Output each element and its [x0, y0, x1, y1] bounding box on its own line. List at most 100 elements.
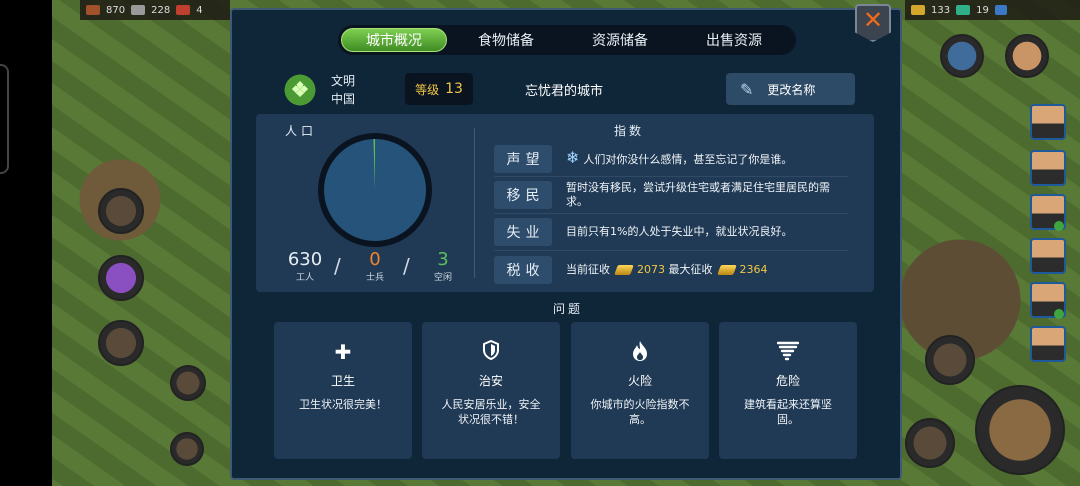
level-label: 等级 [415, 82, 440, 97]
soldiers-label: 士兵 [365, 273, 384, 283]
issue-title: 危险 [775, 374, 800, 388]
magic-orb-button[interactable] [98, 255, 144, 301]
tax-current-label: 当前征收 [566, 263, 610, 276]
calendar-button[interactable] [98, 188, 144, 234]
brick-icon [176, 5, 191, 15]
workers-stat: 630 工人 [283, 249, 327, 284]
idle-stat: 3 空闲 [428, 249, 458, 284]
workers-value: 630 [287, 249, 323, 270]
wood-count: 870 [106, 4, 126, 16]
rename-button[interactable]: ✎ 更改名称 [726, 73, 855, 105]
gold-icon [614, 265, 634, 275]
gold-icon [911, 5, 925, 15]
reputation-row: 声望 ❄ 人们对你没什么感情，甚至忘记了你是谁。 [494, 144, 848, 174]
population-pie-chart [318, 133, 432, 247]
add-button[interactable] [170, 432, 204, 466]
world-map-button[interactable] [940, 34, 984, 78]
city-name: 忘忧君的城市 [525, 84, 604, 99]
separator-slash: / [403, 254, 410, 278]
unemployment-button[interactable]: 失业 [494, 218, 552, 246]
row-divider [494, 213, 848, 214]
checkmark-icon [1054, 309, 1064, 319]
population-title: 人口 [285, 124, 318, 138]
separator-slash: / [334, 254, 341, 278]
gold-count: 133 [931, 4, 951, 16]
idle-value: 3 [437, 249, 449, 270]
level-value: 13 [445, 81, 463, 97]
immigration-button[interactable]: 移民 [494, 181, 552, 209]
tornado-icon [719, 340, 857, 364]
plus-icon: ✚ [334, 340, 352, 364]
hero-portrait-2[interactable] [1030, 150, 1066, 186]
issue-card-danger[interactable]: 危险 建筑看起来还算坚固。 [719, 322, 857, 459]
shovel-tool-button[interactable] [905, 418, 955, 468]
road-tool-button[interactable] [925, 335, 975, 385]
snowflake-icon: ❄ [566, 148, 580, 167]
hero-portrait-5[interactable] [1030, 282, 1066, 319]
immigration-desc: 暂时没有移民，尝试升级住宅或者满足住宅里居民的需求。 [566, 181, 830, 208]
issue-card-fire[interactable]: 火险 你城市的火险指数不高。 [571, 322, 709, 459]
civilization-label: 文明 [331, 74, 356, 88]
issue-desc: 你城市的火险指数不高。 [590, 398, 690, 426]
tax-current-value: 2073 [637, 263, 665, 276]
gem-count: 19 [976, 4, 989, 16]
hero-portrait-3[interactable] [1030, 194, 1066, 231]
pencil-icon: ✎ [740, 79, 754, 99]
tab-sell-resources[interactable]: 出售资源 [675, 28, 793, 52]
issue-desc: 建筑看起来还算坚固。 [744, 398, 832, 426]
resource-bar-right: 133 19 [905, 0, 1080, 20]
tax-max-label: 最大征收 [668, 263, 713, 276]
add-gem-icon[interactable] [994, 5, 1007, 15]
tab-resource-storage[interactable]: 资源储备 [565, 28, 675, 52]
gold-icon [716, 265, 737, 275]
reputation-text: ❄ 人们对你没什么感情，甚至忘记了你是谁。 [566, 148, 793, 167]
row-divider [494, 250, 848, 251]
tax-button[interactable]: 税收 [494, 256, 552, 284]
fire-icon [571, 340, 709, 364]
stone-count: 228 [151, 4, 171, 16]
workers-label: 工人 [295, 273, 314, 283]
tax-max-value: 2364 [739, 263, 768, 276]
issue-card-security[interactable]: 治安 人民安居乐业，安全状况很不错！ [422, 322, 560, 459]
wood-icon [86, 5, 100, 15]
gem-icon [956, 5, 971, 15]
tab-food-storage[interactable]: 食物储备 [447, 28, 565, 52]
unemployment-row: 失业 目前只有1%的人处于失业中，就业状况良好。 [494, 217, 848, 247]
market-button[interactable] [98, 320, 144, 366]
build-hammer-button[interactable] [975, 385, 1065, 475]
side-pill [0, 64, 9, 174]
issue-title: 火险 [627, 374, 652, 388]
brick-count: 4 [196, 4, 203, 16]
civilization-emblem-icon: ❖ [282, 72, 318, 108]
immigration-row: 移民 暂时没有移民，尝试升级住宅或者满足住宅里居民的需求。 [494, 180, 848, 210]
hero-portrait-6[interactable] [1030, 326, 1066, 362]
resource-bar-left: 870 228 4 [80, 0, 230, 20]
screen-notch-bar [0, 0, 52, 486]
soldiers-value: 0 [369, 249, 381, 270]
civilization-info: 文明 中国 [331, 72, 355, 108]
tax-row: 税收 当前征收 2073 最大征收 2364 [494, 255, 848, 285]
stats-divider [474, 128, 475, 278]
hero-portrait-1[interactable] [1030, 104, 1066, 140]
layers-button[interactable] [170, 365, 206, 401]
advisor-avatar[interactable] [1005, 34, 1049, 78]
shield-icon [422, 339, 560, 364]
indices-title: 指数 [614, 124, 645, 138]
civilization-name: 中国 [331, 92, 356, 106]
city-level-badge: 等级 13 [405, 73, 473, 105]
hero-portrait-4[interactable] [1030, 238, 1066, 274]
issue-card-sanitation[interactable]: ✚ 卫生 卫生状况很完美！ [274, 322, 412, 459]
soldiers-stat: 0 士兵 [358, 249, 392, 284]
reputation-button[interactable]: 声望 [494, 145, 552, 173]
close-icon: ✕ [862, 6, 884, 34]
reputation-desc: 人们对你没什么感情，甚至忘记了你是谁。 [583, 153, 793, 166]
issue-desc: 人民安居乐业，安全状况很不错！ [441, 398, 541, 426]
tab-city-overview[interactable]: 城市概况 [341, 28, 447, 52]
tab-bar: 城市概况 食物储备 资源储备 出售资源 [338, 25, 796, 55]
issue-desc: 卫生状况很完美！ [299, 398, 387, 411]
issue-title: 治安 [478, 374, 503, 388]
issue-title: 卫生 [330, 374, 355, 388]
issues-title: 问题 [553, 302, 584, 316]
row-divider [494, 176, 848, 177]
rename-label: 更改名称 [767, 82, 816, 97]
